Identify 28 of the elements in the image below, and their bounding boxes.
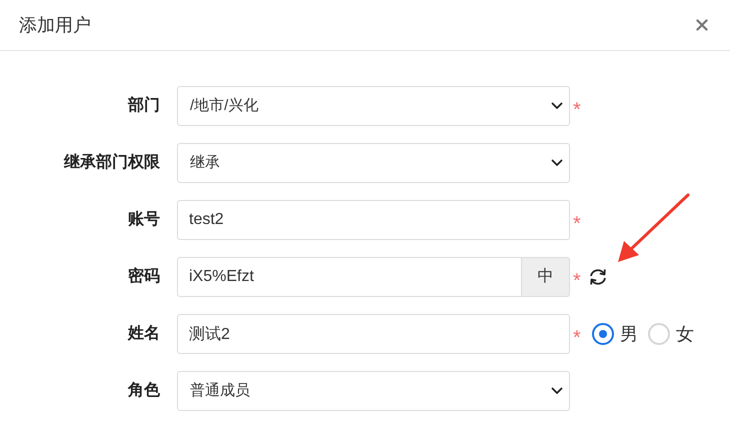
required-mark: * (573, 214, 581, 234)
select-field[interactable]: 继承 (177, 143, 570, 183)
field-label: 继承部门权限 (62, 152, 161, 173)
field-label: 姓名 (126, 324, 161, 344)
password-field[interactable]: iX5%Efzt (177, 257, 522, 297)
required-mark: * (573, 328, 581, 348)
select-value: 继承 (190, 152, 220, 173)
gender-radio[interactable]: 男 (592, 320, 638, 348)
field-label: 部门 (126, 95, 161, 116)
input-field[interactable]: 测试2 (177, 314, 570, 354)
select-value: /地市/兴化 (190, 96, 258, 116)
select-field[interactable]: 普通成员 (177, 371, 570, 411)
refresh-icon[interactable] (588, 268, 608, 286)
chevron-down-icon (551, 387, 563, 395)
field-label: 账号 (127, 210, 161, 230)
field-label: 角色 (126, 380, 161, 401)
gender-radio[interactable]: 女 (648, 320, 694, 348)
select-field[interactable]: /地市/兴化 (177, 86, 570, 126)
close-icon[interactable] (696, 19, 708, 31)
dialog-title: 添加用户 (19, 14, 91, 36)
required-mark: * (573, 100, 581, 120)
input-field[interactable]: test2 (177, 200, 570, 240)
chevron-down-icon (551, 159, 563, 167)
field-label: 密码 (127, 266, 161, 287)
chevron-down-icon (551, 102, 563, 110)
select-value: 普通成员 (190, 380, 250, 401)
strength-indicator: 中 (522, 257, 570, 297)
required-mark: * (573, 271, 581, 291)
